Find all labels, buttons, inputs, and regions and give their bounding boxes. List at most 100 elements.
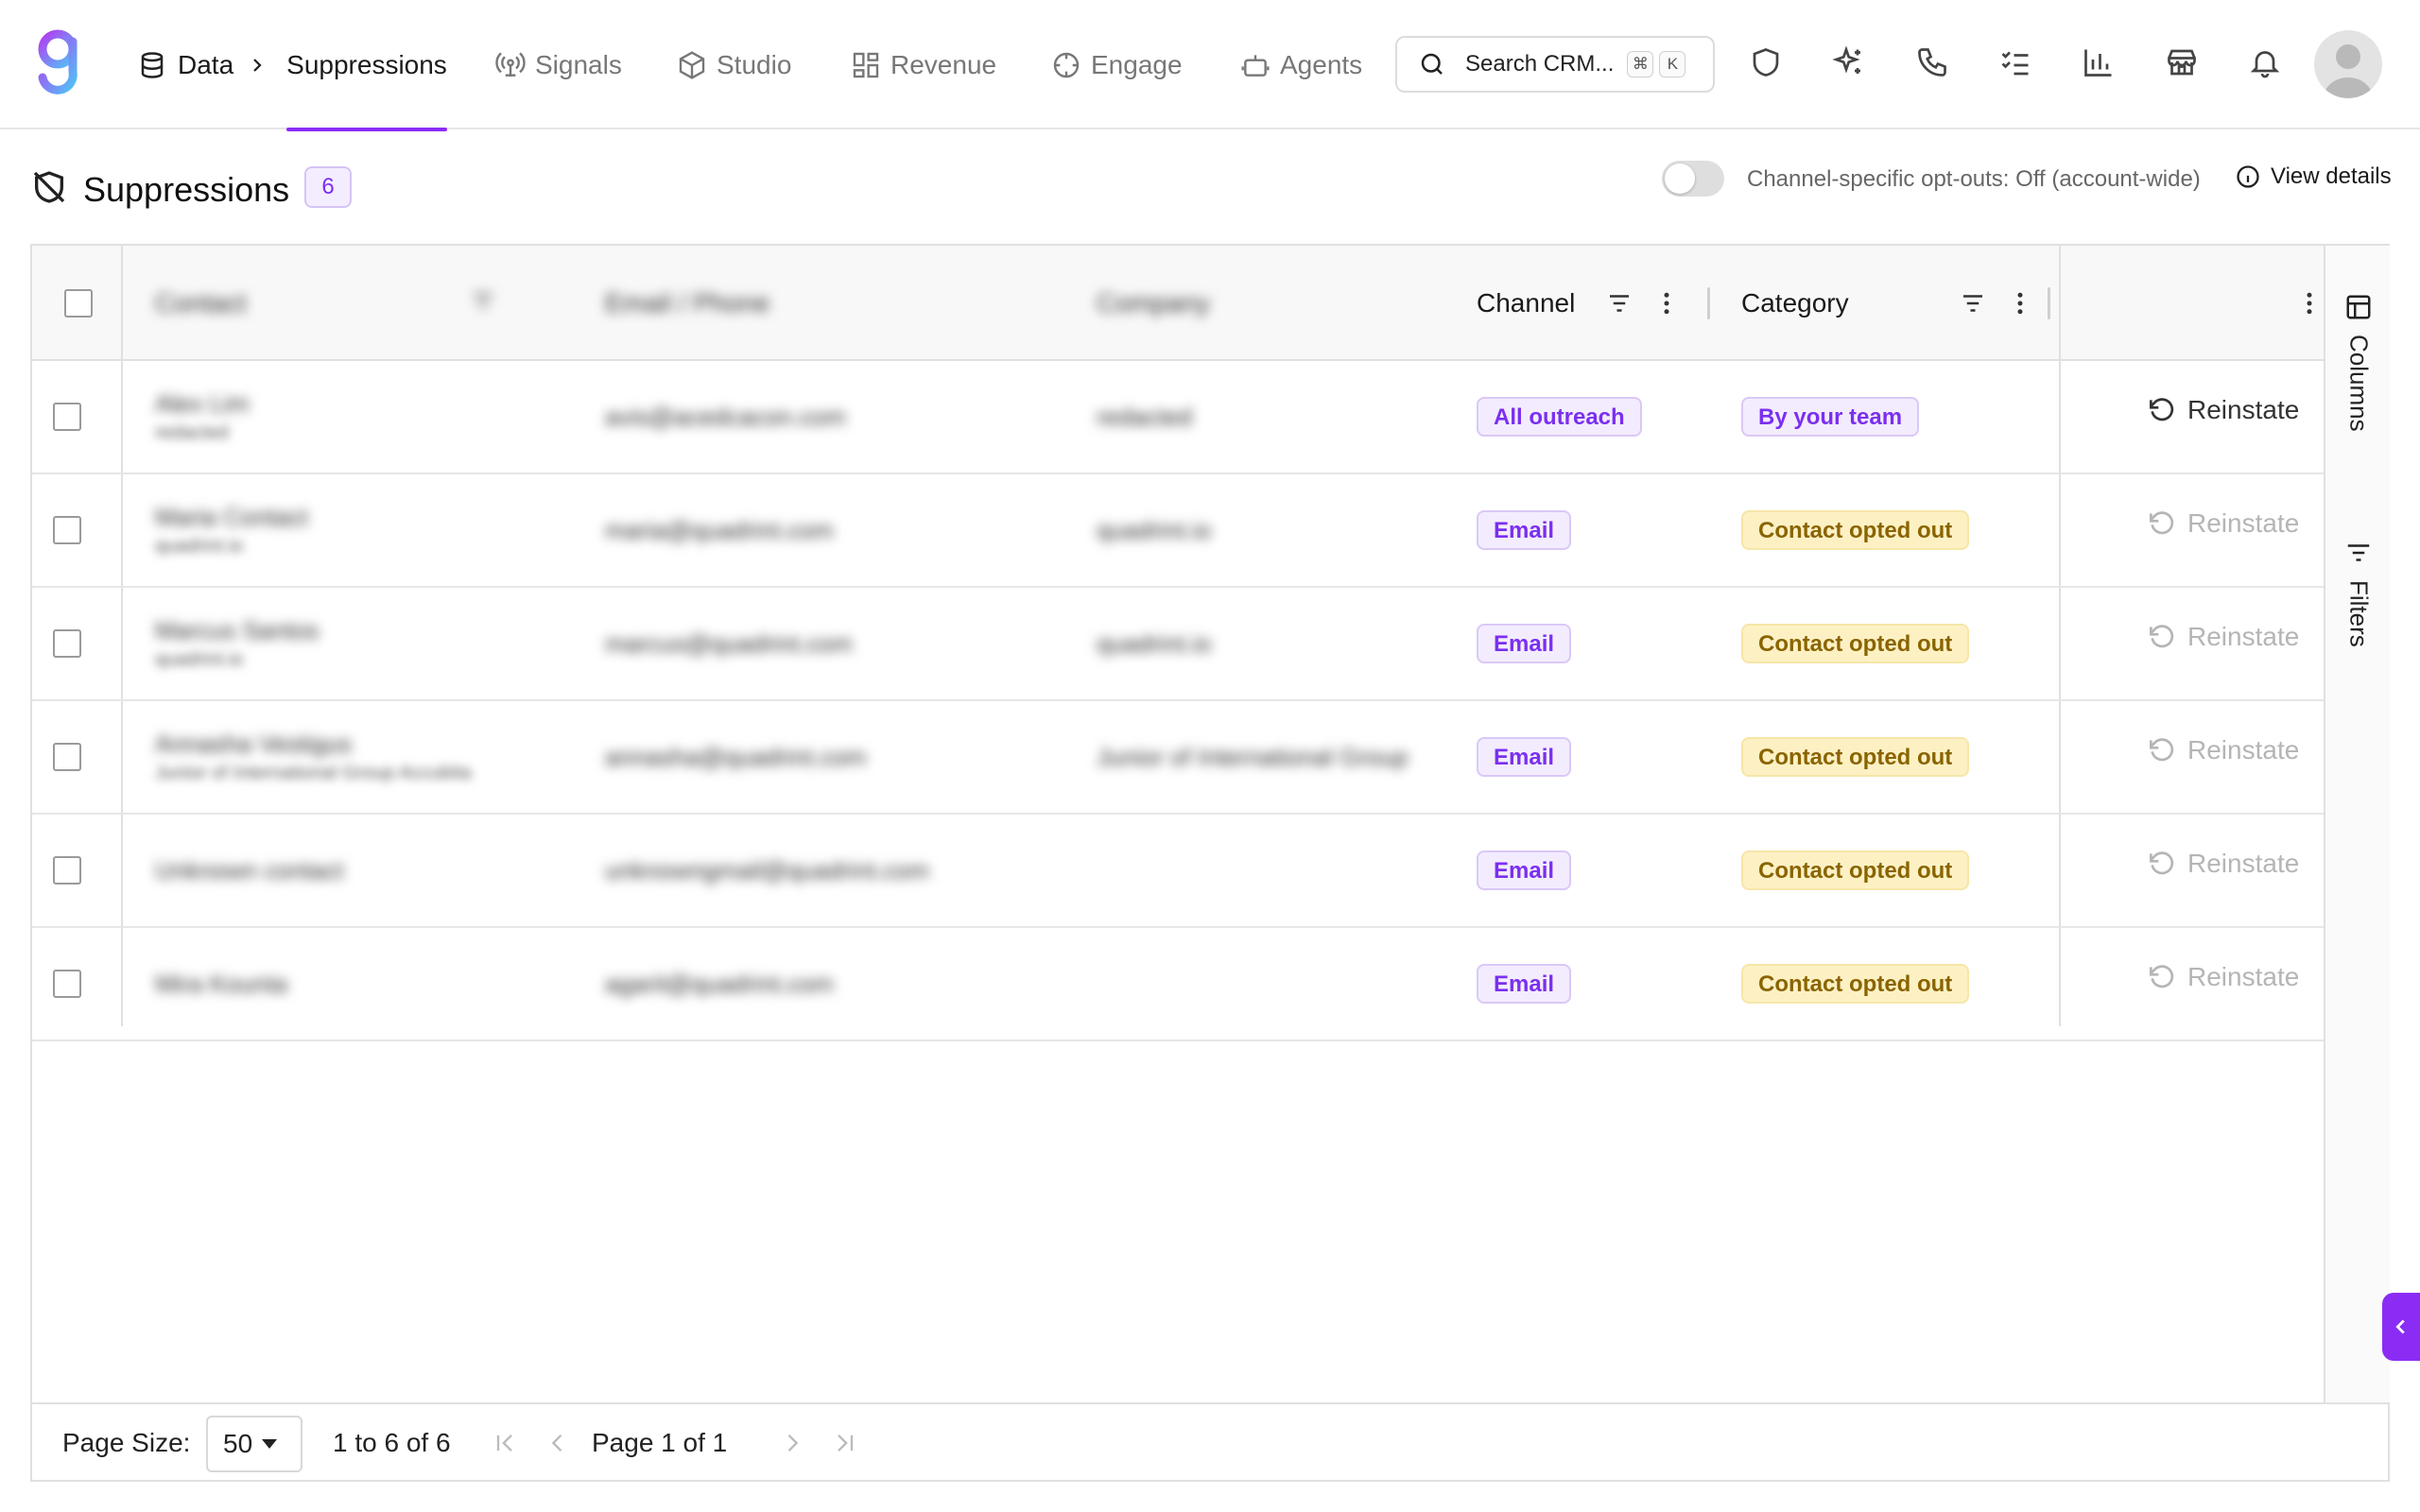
task-list-icon[interactable] <box>1998 45 2032 79</box>
contact-cell[interactable]: Annasha Vestigus Junior of International … <box>155 701 599 813</box>
nav-studio[interactable]: Studio <box>677 0 791 129</box>
filter-icon[interactable] <box>469 287 497 316</box>
email-cell: marcus@quadrint.com <box>605 588 1078 699</box>
table-row[interactable]: Marcus Santos quadrint.io marcus@quadrint.… <box>32 588 2324 701</box>
company-cell: redacted <box>1097 361 1465 472</box>
contact-cell[interactable]: Mira Kounta <box>155 928 599 1040</box>
avatar[interactable] <box>2314 30 2382 98</box>
channel-optout-toggle[interactable] <box>1662 161 1724 197</box>
shield-icon[interactable] <box>1749 45 1783 79</box>
row-checkbox[interactable] <box>53 743 81 771</box>
row-checkbox[interactable] <box>53 516 81 544</box>
category-menu-icon[interactable] <box>2006 289 2034 318</box>
search-input[interactable]: Search CRM... ⌘ K <box>1395 36 1715 93</box>
filters-tab[interactable]: Filters <box>2325 539 2392 647</box>
channel-filter-icon[interactable] <box>1605 289 1634 318</box>
reinstate-button[interactable]: Reinstate <box>2146 395 2299 425</box>
column-resize-handle[interactable] <box>2048 287 2050 319</box>
breadcrumb-current[interactable]: Suppressions <box>286 0 447 131</box>
contact-name: Mira Kounta <box>155 969 288 998</box>
table-row[interactable]: Unknown contact unknowngmail@quadrint.com… <box>32 815 2324 928</box>
category-cell: Contact opted out <box>1741 701 2044 813</box>
page-size-select[interactable]: 50 <box>206 1416 302 1472</box>
sparkles-icon[interactable] <box>1832 45 1866 79</box>
user-silhouette-icon <box>2324 44 2373 98</box>
nav-studio-label: Studio <box>717 49 792 79</box>
nav-engage[interactable]: Engage <box>1051 0 1183 129</box>
side-panel: Columns Filters <box>2324 246 2390 1402</box>
category-badge: Contact opted out <box>1741 964 1970 1004</box>
columns-icon <box>2346 295 2371 319</box>
last-page-icon[interactable] <box>832 1430 858 1456</box>
nav-agents[interactable]: Agents <box>1240 0 1362 129</box>
contact-company: redacted <box>155 422 229 443</box>
reinstate-button[interactable]: Reinstate <box>2146 735 2299 765</box>
nav-revenue[interactable]: Revenue <box>851 0 996 129</box>
page-indicator: Page 1 of 1 <box>592 1428 728 1457</box>
table-row[interactable]: Annasha Vestigus Junior of International … <box>32 701 2324 815</box>
contact-cell[interactable]: Unknown contact <box>155 815 599 926</box>
category-cell: Contact opted out <box>1741 928 2044 1040</box>
channel-badge: Email <box>1477 510 1572 550</box>
category-cell: By your team <box>1741 361 2044 472</box>
reinstate-icon <box>2150 738 2174 762</box>
row-range: 1 to 6 of 6 <box>333 1428 451 1457</box>
bell-icon[interactable] <box>2248 45 2282 79</box>
robot-icon <box>1241 54 1270 77</box>
column-resize-handle[interactable] <box>1707 287 1710 319</box>
header-company[interactable]: Company <box>1097 246 1210 361</box>
info-icon <box>2237 165 2259 188</box>
app-logo-icon[interactable] <box>34 28 81 96</box>
target-circle-icon <box>1053 52 1080 77</box>
channel-badge: All outreach <box>1477 397 1642 437</box>
table-row[interactable]: Mira Kounta agarit@quadrint.com Email Conta… <box>32 928 2324 1041</box>
contact-cell[interactable]: Maria Contact quadrint.io <box>155 474 599 586</box>
channel-menu-icon[interactable] <box>1652 289 1681 318</box>
nav-agents-label: Agents <box>1280 49 1363 79</box>
store-icon[interactable] <box>2165 45 2199 79</box>
expand-panel-button[interactable] <box>2382 1293 2420 1361</box>
kbd-k: K <box>1659 51 1686 77</box>
phone-icon[interactable] <box>1915 45 1949 79</box>
row-checkbox[interactable] <box>53 629 81 658</box>
email-value: annasha@quadrint.com <box>605 742 867 771</box>
first-page-icon[interactable] <box>492 1430 518 1456</box>
email-value: avis@acedcacon.com <box>605 402 846 431</box>
reinstate-button[interactable]: Reinstate <box>2146 622 2299 652</box>
row-checkbox[interactable] <box>53 856 81 885</box>
columns-tab[interactable]: Columns <box>2325 293 2392 432</box>
email-value: unknowngmail@quadrint.com <box>605 855 929 885</box>
page-size-value: 50 <box>223 1429 253 1458</box>
row-checkbox[interactable] <box>53 403 81 431</box>
nav-signals[interactable]: Signals <box>495 0 622 129</box>
category-filter-icon[interactable] <box>1959 289 1987 318</box>
search-placeholder: Search CRM... <box>1465 51 1615 77</box>
cube-icon <box>679 50 705 79</box>
header-email-phone[interactable]: Email / Phone <box>605 246 769 361</box>
next-page-icon[interactable] <box>779 1430 805 1456</box>
reinstate-icon <box>2150 398 2174 421</box>
reinstate-button[interactable]: Reinstate <box>2146 508 2299 539</box>
company-cell <box>1097 815 1465 926</box>
header-channel[interactable]: Channel <box>1477 246 1575 361</box>
table-row[interactable]: Alex Lim redacted avis@acedcacon.com redact… <box>32 361 2324 474</box>
prev-page-icon[interactable] <box>544 1430 571 1456</box>
reinstate-button[interactable]: Reinstate <box>2146 849 2299 879</box>
header-category[interactable]: Category <box>1741 246 1849 361</box>
select-all-checkbox[interactable] <box>64 289 93 318</box>
actions-menu-icon[interactable] <box>2295 289 2324 318</box>
columns-tab-label: Columns <box>2344 335 2374 432</box>
reinstate-icon <box>2150 851 2174 875</box>
view-details-link[interactable]: View details <box>2235 163 2392 190</box>
company-value: Junior of International Group <box>1097 742 1409 771</box>
contact-cell[interactable]: Marcus Santos quadrint.io <box>155 588 599 699</box>
bar-chart-icon[interactable] <box>2082 45 2116 79</box>
row-checkbox[interactable] <box>53 970 81 998</box>
table-row[interactable]: Maria Contact quadrint.io maria@quadrint.c… <box>32 474 2324 588</box>
email-cell: avis@acedcacon.com <box>605 361 1078 472</box>
contact-cell[interactable]: Alex Lim redacted <box>155 361 599 472</box>
reinstate-button[interactable]: Reinstate <box>2146 962 2299 992</box>
header-contact[interactable]: Contact <box>155 246 247 361</box>
breadcrumb-data-link[interactable]: Data <box>178 50 233 80</box>
channel-badge: Email <box>1477 624 1572 663</box>
